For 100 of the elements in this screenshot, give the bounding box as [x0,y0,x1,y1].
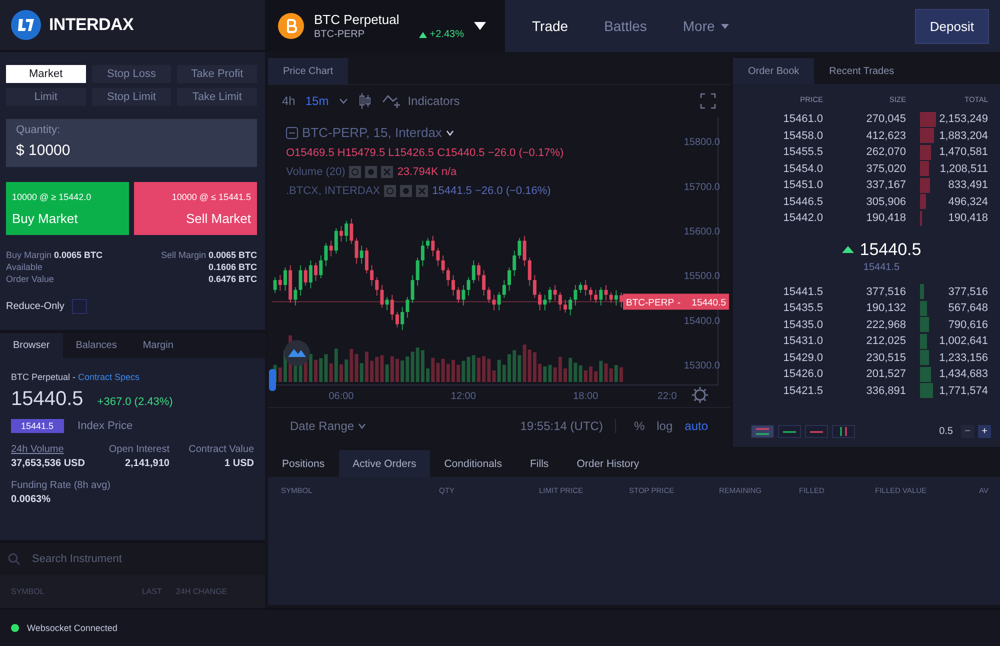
deposit-button[interactable]: Deposit [914,8,989,44]
order-type-tab[interactable]: Limit [6,88,86,106]
total-cell: 2,153,249 [939,113,988,126]
price-tag-separator: - [677,298,681,309]
brand-name: INTERDAX [49,15,134,35]
interval-option[interactable]: 4h [282,94,296,108]
candlestick [294,286,298,306]
candlestick [548,286,552,304]
decrease-button[interactable]: − [961,425,974,438]
total-cell: 567,648 [948,302,988,314]
size-cell-text: 190,418 [865,212,906,224]
order-type-tab[interactable]: Market [6,65,86,83]
increase-button[interactable]: + [978,425,991,438]
display-mode-button[interactable] [751,425,774,438]
interval-option[interactable]: 15m [305,94,329,108]
indicators-button[interactable]: Indicators [382,93,460,109]
scale-option[interactable]: auto [684,418,708,432]
panel-tab[interactable]: Positions [268,450,339,477]
nav-link[interactable]: More [682,18,729,34]
candles-icon[interactable] [358,92,372,110]
panel-tab[interactable]: Margin [130,333,186,358]
candlestick [492,294,496,311]
buy-button[interactable]: 10000 @ ≥ 15442.0 Buy Market [6,182,129,235]
panel-tab[interactable]: Conditionals [430,450,516,477]
order-type-tab[interactable]: Stop Loss [92,65,172,83]
sell-button[interactable]: 10000 @ ≤ 15441.5 Sell Market [134,182,257,235]
collapse-icon[interactable] [286,126,298,138]
depth-bar [920,128,934,144]
candlestick [452,274,455,296]
order-type-tab[interactable]: Stop Limit [92,88,172,106]
candlestick [614,290,618,306]
index-price-badge: 15441.5 [11,419,64,433]
settings-icon[interactable] [691,386,709,404]
price-cell-text: 15442.0 [782,212,823,224]
candlestick [604,284,608,301]
scale-option[interactable]: % [634,418,645,432]
price-cell-text: 15435.0 [782,318,823,331]
price-cell-text: 15435.5 [782,302,823,314]
stat-label: Contract Value [188,444,254,455]
quantity-field[interactable]: Quantity: $ 10000 [6,119,257,167]
candlestick [466,276,470,296]
checkbox[interactable] [72,299,88,314]
display-mode-button[interactable] [778,425,801,438]
panel-tab[interactable]: Browser [0,333,63,358]
size-cell-text: 270,045 [865,113,906,126]
scroll-handle[interactable] [269,369,276,391]
candlestick [456,286,460,304]
panel-tab[interactable]: Active Orders [338,450,430,477]
fullscreen-icon[interactable] [700,93,716,109]
sell-margin: Sell Margin 0.0065 BTC [160,250,257,260]
candlestick [350,218,354,244]
buy-margin: Buy Margin 0.0065 BTC [6,250,103,260]
candlestick [304,267,308,286]
candlestick [364,247,368,274]
panel-tab[interactable]: Order History [562,450,654,477]
date-range-button[interactable]: Date Range [290,418,366,432]
contract-title: BTC Perpetual - Contract Specs [11,372,141,382]
quantity-input[interactable]: $ 10000 [16,142,247,159]
total-cell: 1,470,581 [939,146,988,158]
display-mode-button[interactable] [832,425,855,438]
candlestick [395,311,399,328]
total-cell: 1,002,641 [939,335,988,348]
time-label: 22:0 [657,391,677,402]
total-cell: 190,418 [948,212,988,224]
nav-link[interactable]: Trade [532,18,568,34]
panel-tab[interactable]: Recent Trades [814,58,910,84]
contract-specs-link[interactable]: Contract Specs [78,372,140,382]
order-type-tab[interactable]: Take Profit [177,65,257,83]
candlestick [385,296,389,311]
price-cell-text: 15451.0 [782,179,823,192]
candlestick [497,292,501,311]
price-change: +2.43% [430,29,464,40]
size-cell-text: 412,623 [865,130,906,142]
chevron-down-icon[interactable] [446,130,454,136]
panel-tab[interactable]: Order Book [733,58,814,84]
nav-link[interactable]: Battles [604,18,647,34]
candlestick [298,264,302,296]
total-cell: 1,434,683 [939,368,988,380]
search-field[interactable]: Search Instrument [30,552,257,566]
chart-title: BTC-PERP, 15, Interdax [302,125,442,140]
panel-tab[interactable]: Balances [62,333,130,358]
size-cell-text: 336,891 [865,384,906,397]
candlestick [574,284,578,306]
instrument-name: BTC Perpetual [314,12,400,27]
index-price-label: Index Price [78,420,133,432]
caret-icon [720,24,729,28]
price-change: +367.0 (2.43%) [97,396,173,408]
total-cell: 1,208,511 [940,162,988,175]
scale-option[interactable]: log [656,418,673,432]
price-label: 15700.0 [684,182,720,193]
price-cell-text: 15461.0 [782,113,823,126]
panel-tab[interactable]: Price Chart [268,58,348,84]
total-cell: 377,516 [948,286,988,298]
size-cell-text: 337,167 [865,179,906,192]
panel-tab[interactable]: Fills [516,450,563,477]
order-type-tab[interactable]: Take Limit [177,88,257,106]
candlestick [314,262,318,282]
depth-bar [920,350,930,366]
candlestick [319,255,323,279]
display-mode-button[interactable] [805,425,828,438]
